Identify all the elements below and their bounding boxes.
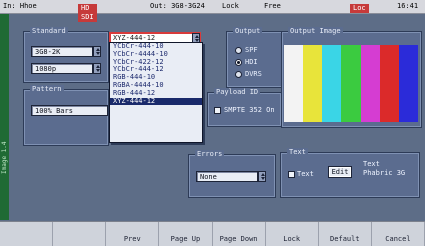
bar-green bbox=[341, 45, 361, 122]
errors-field[interactable]: None bbox=[196, 171, 258, 182]
bar-yellow bbox=[303, 45, 323, 122]
softkey-lock[interactable]: Lock bbox=[266, 222, 319, 246]
errors-spin[interactable] bbox=[258, 171, 266, 182]
pattern-panel: Pattern 100% Bars bbox=[23, 85, 109, 146]
payload-panel: Payload ID SMPTE 352 On bbox=[207, 88, 282, 127]
softkey-page-up[interactable]: Page Up bbox=[159, 222, 213, 246]
standard-panel: Standard 3G8-2K 1080p bbox=[23, 27, 109, 83]
mode-status: Free bbox=[264, 2, 281, 10]
text-label: Text bbox=[363, 160, 380, 168]
format-option-selected[interactable]: XYZ-444-12 bbox=[110, 97, 202, 106]
errors-panel: Errors None bbox=[188, 150, 276, 198]
generator-ui: In: Hhoe HD SDI Out: 3G8-3G24 Lock Free … bbox=[0, 0, 425, 246]
text-checkbox-label: Text bbox=[297, 170, 314, 178]
output-status: Out: 3G8-3G24 bbox=[150, 2, 205, 10]
bar-magenta bbox=[360, 45, 380, 122]
output-label-hdi: HDI bbox=[245, 58, 258, 66]
output-radio-hdi[interactable] bbox=[235, 59, 242, 66]
clock: 16:41 bbox=[397, 2, 419, 10]
color-bars bbox=[284, 45, 418, 122]
output-radio-dvrs[interactable] bbox=[235, 71, 242, 78]
softkey-bar: Prev Page Up Page Down Lock Default Canc… bbox=[0, 221, 425, 246]
softkey-cancel[interactable]: Cancel bbox=[372, 222, 425, 246]
errors-title: Errors bbox=[195, 150, 225, 159]
pattern-title: Pattern bbox=[30, 85, 64, 94]
sidebar-tab[interactable]: Image 1.4 bbox=[0, 14, 9, 220]
softkey-page-down[interactable]: Page Down bbox=[213, 222, 266, 246]
softkey-2[interactable] bbox=[53, 222, 107, 246]
text-panel: Text Text Edit Text Phabric 3G bbox=[280, 148, 420, 198]
standard-spin-2[interactable] bbox=[93, 63, 101, 74]
format-dropdown-list: YCbCr-444-10 YCbCr-4444-10 YCbCr-422-12 … bbox=[109, 42, 203, 143]
text-checkbox[interactable] bbox=[288, 171, 295, 178]
payload-label: SMPTE 352 On bbox=[224, 106, 275, 114]
bar-red bbox=[379, 45, 399, 122]
bar-cyan bbox=[322, 45, 342, 122]
output-radio-spf[interactable] bbox=[235, 47, 242, 54]
output-image-title: Output Image bbox=[288, 27, 343, 36]
input-status: In: Hhoe bbox=[3, 2, 37, 10]
output-title: Output bbox=[233, 27, 263, 36]
format-selected: XYZ-444-12 bbox=[113, 34, 156, 42]
text-panel-title: Text bbox=[287, 148, 308, 157]
text-value: Phabric 3G bbox=[363, 169, 406, 177]
softkey-prev[interactable]: Prev bbox=[106, 222, 160, 246]
sidebar: Image 1.4 bbox=[0, 14, 9, 220]
softkey-default[interactable]: Default bbox=[319, 222, 372, 246]
payload-title: Payload ID bbox=[214, 88, 261, 97]
standard-title: Standard bbox=[30, 27, 68, 36]
pattern-field[interactable]: 100% Bars bbox=[31, 105, 108, 116]
payload-checkbox[interactable] bbox=[214, 107, 221, 114]
lock-status: Lock bbox=[222, 2, 239, 10]
edit-button[interactable]: Edit bbox=[328, 166, 352, 178]
output-label-dvrs: DVRS bbox=[245, 70, 262, 78]
bar-white bbox=[284, 45, 304, 122]
standard-spin-1[interactable] bbox=[93, 46, 101, 57]
output-label-spf: SPF bbox=[245, 46, 258, 54]
standard-field-2[interactable]: 1080p bbox=[31, 63, 93, 74]
standard-field-1[interactable]: 3G8-2K bbox=[31, 46, 93, 57]
softkey-1[interactable] bbox=[0, 222, 54, 246]
bar-blue bbox=[398, 45, 418, 122]
status-bar: In: Hhoe HD SDI Out: 3G8-3G24 Lock Free … bbox=[0, 0, 425, 22]
output-panel: Output SPF HDI DVRS bbox=[226, 27, 284, 88]
